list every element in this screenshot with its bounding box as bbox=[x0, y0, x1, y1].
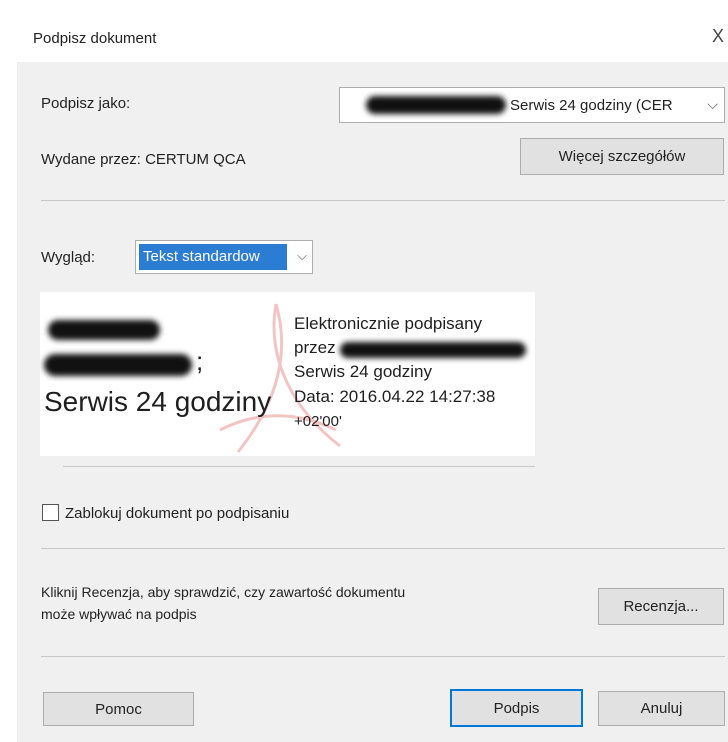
appearance-dropdown[interactable]: Tekst standardow ⌵ bbox=[135, 240, 313, 274]
divider bbox=[41, 656, 725, 657]
redacted-last-name bbox=[44, 354, 192, 376]
review-description-line2: może wpływać na podpis bbox=[41, 606, 197, 622]
cancel-button[interactable]: Anuluj bbox=[598, 691, 725, 726]
preview-date-line: Data: 2016.04.22 14:27:38 bbox=[294, 387, 496, 406]
dialog-title: Podpisz dokument bbox=[33, 30, 157, 47]
preview-company-line: Serwis 24 godziny bbox=[294, 362, 432, 381]
signature-preview: ; Serwis 24 godziny Elektronicznie podpi… bbox=[40, 292, 535, 456]
divider bbox=[41, 200, 725, 201]
chevron-down-icon: ⌵ bbox=[297, 248, 307, 263]
sign-button[interactable]: Podpis bbox=[450, 689, 583, 727]
issuer-label: Wydane przez: CERTUM QCA bbox=[41, 151, 246, 168]
preview-semicolon: ; bbox=[196, 346, 204, 376]
chevron-down-icon: ⌵ bbox=[707, 96, 718, 112]
redacted-first-name bbox=[48, 320, 160, 340]
appearance-selected-value: Tekst standardow bbox=[139, 244, 287, 270]
preview-company-name: Serwis 24 godziny bbox=[44, 386, 272, 417]
redacted-name bbox=[366, 96, 506, 114]
lock-document-label[interactable]: Zablokuj dokument po podpisaniu bbox=[65, 505, 289, 522]
sign-as-label: Podpisz jako: bbox=[41, 95, 131, 112]
close-icon[interactable]: X bbox=[712, 26, 726, 47]
lock-document-checkbox[interactable] bbox=[42, 504, 59, 521]
appearance-label: Wygląd: bbox=[41, 249, 96, 266]
review-button[interactable]: Recenzja... bbox=[598, 588, 724, 625]
preview-timezone-line: +02'00' bbox=[294, 413, 342, 430]
sign-document-dialog: Podpisz dokument X Podpisz jako: Serwis … bbox=[17, 12, 728, 742]
redacted-signer bbox=[340, 342, 526, 358]
preview-signed-line: Elektronicznie podpisany bbox=[294, 314, 483, 333]
more-details-button[interactable]: Więcej szczegółów bbox=[520, 138, 724, 175]
divider bbox=[41, 548, 725, 549]
help-button[interactable]: Pomoc bbox=[43, 692, 194, 726]
divider bbox=[63, 466, 535, 467]
preview-by-prefix: przez bbox=[294, 338, 336, 357]
review-description-line1: Kliknij Recenzja, aby sprawdzić, czy zaw… bbox=[41, 584, 406, 600]
sign-as-dropdown[interactable]: Serwis 24 godziny (CER ⌵ bbox=[339, 87, 725, 123]
sign-as-value: Serwis 24 godziny (CER bbox=[510, 97, 673, 114]
title-bar: Podpisz dokument X bbox=[17, 12, 728, 62]
